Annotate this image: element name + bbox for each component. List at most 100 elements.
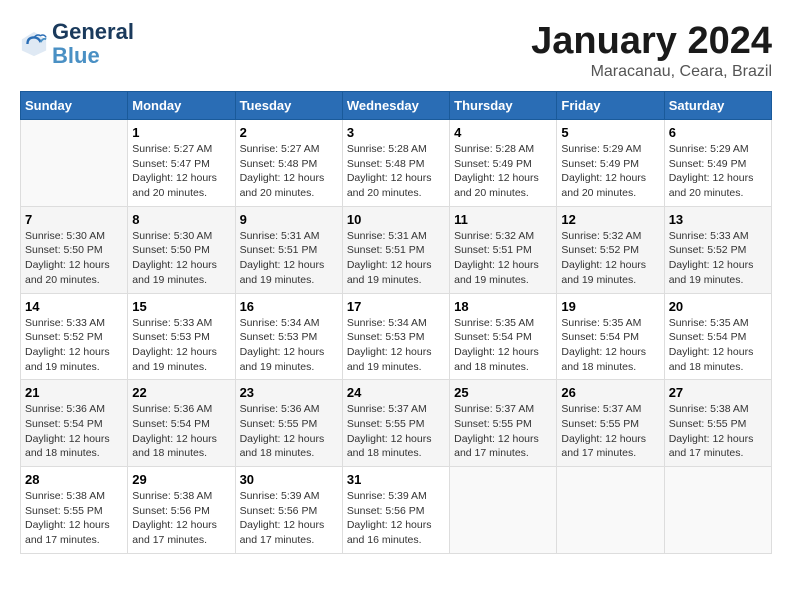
day-info: Sunrise: 5:37 AM Sunset: 5:55 PM Dayligh… (561, 402, 659, 461)
calendar-cell: 29 Sunrise: 5:38 AM Sunset: 5:56 PM Dayli… (128, 467, 235, 554)
header-day-saturday: Saturday (664, 92, 771, 120)
calendar-table: SundayMondayTuesdayWednesdayThursdayFrid… (20, 91, 772, 554)
day-info: Sunrise: 5:28 AM Sunset: 5:48 PM Dayligh… (347, 142, 445, 201)
day-info: Sunrise: 5:33 AM Sunset: 5:52 PM Dayligh… (25, 316, 123, 375)
calendar-cell: 24 Sunrise: 5:37 AM Sunset: 5:55 PM Dayli… (342, 380, 449, 467)
day-number: 7 (25, 212, 123, 227)
day-info: Sunrise: 5:37 AM Sunset: 5:55 PM Dayligh… (454, 402, 552, 461)
header-row: SundayMondayTuesdayWednesdayThursdayFrid… (21, 92, 772, 120)
day-number: 30 (240, 472, 338, 487)
day-info: Sunrise: 5:30 AM Sunset: 5:50 PM Dayligh… (25, 229, 123, 288)
calendar-cell: 25 Sunrise: 5:37 AM Sunset: 5:55 PM Dayli… (450, 380, 557, 467)
calendar-cell (664, 467, 771, 554)
logo-text: General Blue (52, 20, 134, 68)
day-number: 28 (25, 472, 123, 487)
calendar-cell: 20 Sunrise: 5:35 AM Sunset: 5:54 PM Dayli… (664, 293, 771, 380)
day-number: 15 (132, 299, 230, 314)
calendar-header: SundayMondayTuesdayWednesdayThursdayFrid… (21, 92, 772, 120)
day-info: Sunrise: 5:37 AM Sunset: 5:55 PM Dayligh… (347, 402, 445, 461)
day-info: Sunrise: 5:27 AM Sunset: 5:47 PM Dayligh… (132, 142, 230, 201)
calendar-cell: 18 Sunrise: 5:35 AM Sunset: 5:54 PM Dayli… (450, 293, 557, 380)
day-info: Sunrise: 5:35 AM Sunset: 5:54 PM Dayligh… (561, 316, 659, 375)
location: Maracanau, Ceara, Brazil (531, 63, 772, 81)
day-number: 9 (240, 212, 338, 227)
header-day-friday: Friday (557, 92, 664, 120)
header-day-wednesday: Wednesday (342, 92, 449, 120)
day-number: 27 (669, 385, 767, 400)
calendar-cell: 8 Sunrise: 5:30 AM Sunset: 5:50 PM Daylig… (128, 206, 235, 293)
day-number: 3 (347, 125, 445, 140)
day-info: Sunrise: 5:35 AM Sunset: 5:54 PM Dayligh… (454, 316, 552, 375)
page-header: General Blue January 2024 Maracanau, Cea… (20, 20, 772, 81)
day-number: 11 (454, 212, 552, 227)
day-number: 25 (454, 385, 552, 400)
calendar-cell: 27 Sunrise: 5:38 AM Sunset: 5:55 PM Dayli… (664, 380, 771, 467)
day-info: Sunrise: 5:36 AM Sunset: 5:55 PM Dayligh… (240, 402, 338, 461)
day-number: 16 (240, 299, 338, 314)
day-info: Sunrise: 5:39 AM Sunset: 5:56 PM Dayligh… (240, 489, 338, 548)
calendar-cell: 11 Sunrise: 5:32 AM Sunset: 5:51 PM Dayli… (450, 206, 557, 293)
day-number: 1 (132, 125, 230, 140)
day-number: 4 (454, 125, 552, 140)
day-info: Sunrise: 5:29 AM Sunset: 5:49 PM Dayligh… (669, 142, 767, 201)
day-number: 12 (561, 212, 659, 227)
week-row-2: 7 Sunrise: 5:30 AM Sunset: 5:50 PM Daylig… (21, 206, 772, 293)
calendar-cell: 7 Sunrise: 5:30 AM Sunset: 5:50 PM Daylig… (21, 206, 128, 293)
calendar-cell: 9 Sunrise: 5:31 AM Sunset: 5:51 PM Daylig… (235, 206, 342, 293)
day-info: Sunrise: 5:33 AM Sunset: 5:52 PM Dayligh… (669, 229, 767, 288)
day-number: 24 (347, 385, 445, 400)
day-number: 19 (561, 299, 659, 314)
day-info: Sunrise: 5:30 AM Sunset: 5:50 PM Dayligh… (132, 229, 230, 288)
day-number: 6 (669, 125, 767, 140)
day-info: Sunrise: 5:28 AM Sunset: 5:49 PM Dayligh… (454, 142, 552, 201)
day-info: Sunrise: 5:34 AM Sunset: 5:53 PM Dayligh… (240, 316, 338, 375)
day-number: 18 (454, 299, 552, 314)
calendar-body: 1 Sunrise: 5:27 AM Sunset: 5:47 PM Daylig… (21, 120, 772, 554)
day-info: Sunrise: 5:31 AM Sunset: 5:51 PM Dayligh… (240, 229, 338, 288)
calendar-cell: 3 Sunrise: 5:28 AM Sunset: 5:48 PM Daylig… (342, 120, 449, 207)
day-number: 17 (347, 299, 445, 314)
calendar-cell: 13Sunrise: 5:33 AM Sunset: 5:52 PM Dayli… (664, 206, 771, 293)
calendar-cell (21, 120, 128, 207)
day-info: Sunrise: 5:36 AM Sunset: 5:54 PM Dayligh… (132, 402, 230, 461)
day-info: Sunrise: 5:36 AM Sunset: 5:54 PM Dayligh… (25, 402, 123, 461)
header-day-tuesday: Tuesday (235, 92, 342, 120)
day-info: Sunrise: 5:32 AM Sunset: 5:52 PM Dayligh… (561, 229, 659, 288)
day-info: Sunrise: 5:32 AM Sunset: 5:51 PM Dayligh… (454, 229, 552, 288)
day-number: 14 (25, 299, 123, 314)
day-info: Sunrise: 5:33 AM Sunset: 5:53 PM Dayligh… (132, 316, 230, 375)
day-info: Sunrise: 5:39 AM Sunset: 5:56 PM Dayligh… (347, 489, 445, 548)
day-info: Sunrise: 5:35 AM Sunset: 5:54 PM Dayligh… (669, 316, 767, 375)
day-number: 29 (132, 472, 230, 487)
calendar-cell: 21Sunrise: 5:36 AM Sunset: 5:54 PM Dayli… (21, 380, 128, 467)
calendar-cell: 31 Sunrise: 5:39 AM Sunset: 5:56 PM Dayli… (342, 467, 449, 554)
day-number: 31 (347, 472, 445, 487)
calendar-cell: 19 Sunrise: 5:35 AM Sunset: 5:54 PM Dayli… (557, 293, 664, 380)
day-number: 26 (561, 385, 659, 400)
day-number: 2 (240, 125, 338, 140)
day-number: 5 (561, 125, 659, 140)
calendar-cell: 30 Sunrise: 5:39 AM Sunset: 5:56 PM Dayli… (235, 467, 342, 554)
calendar-cell (450, 467, 557, 554)
day-number: 22 (132, 385, 230, 400)
logo: General Blue (20, 20, 134, 68)
calendar-cell: 16 Sunrise: 5:34 AM Sunset: 5:53 PM Dayli… (235, 293, 342, 380)
day-info: Sunrise: 5:38 AM Sunset: 5:56 PM Dayligh… (132, 489, 230, 548)
day-info: Sunrise: 5:29 AM Sunset: 5:49 PM Dayligh… (561, 142, 659, 201)
header-day-sunday: Sunday (21, 92, 128, 120)
week-row-1: 1 Sunrise: 5:27 AM Sunset: 5:47 PM Daylig… (21, 120, 772, 207)
day-info: Sunrise: 5:38 AM Sunset: 5:55 PM Dayligh… (669, 402, 767, 461)
calendar-cell (557, 467, 664, 554)
calendar-cell: 26 Sunrise: 5:37 AM Sunset: 5:55 PM Dayli… (557, 380, 664, 467)
calendar-cell: 28Sunrise: 5:38 AM Sunset: 5:55 PM Dayli… (21, 467, 128, 554)
week-row-3: 14 Sunrise: 5:33 AM Sunset: 5:52 PM Dayli… (21, 293, 772, 380)
calendar-cell: 22 Sunrise: 5:36 AM Sunset: 5:54 PM Dayli… (128, 380, 235, 467)
day-info: Sunrise: 5:31 AM Sunset: 5:51 PM Dayligh… (347, 229, 445, 288)
day-number: 20 (669, 299, 767, 314)
month-title: January 2024 (531, 20, 772, 63)
day-info: Sunrise: 5:34 AM Sunset: 5:53 PM Dayligh… (347, 316, 445, 375)
day-number: 8 (132, 212, 230, 227)
day-number: 23 (240, 385, 338, 400)
logo-icon (20, 30, 48, 58)
calendar-cell: 12 Sunrise: 5:32 AM Sunset: 5:52 PM Dayli… (557, 206, 664, 293)
